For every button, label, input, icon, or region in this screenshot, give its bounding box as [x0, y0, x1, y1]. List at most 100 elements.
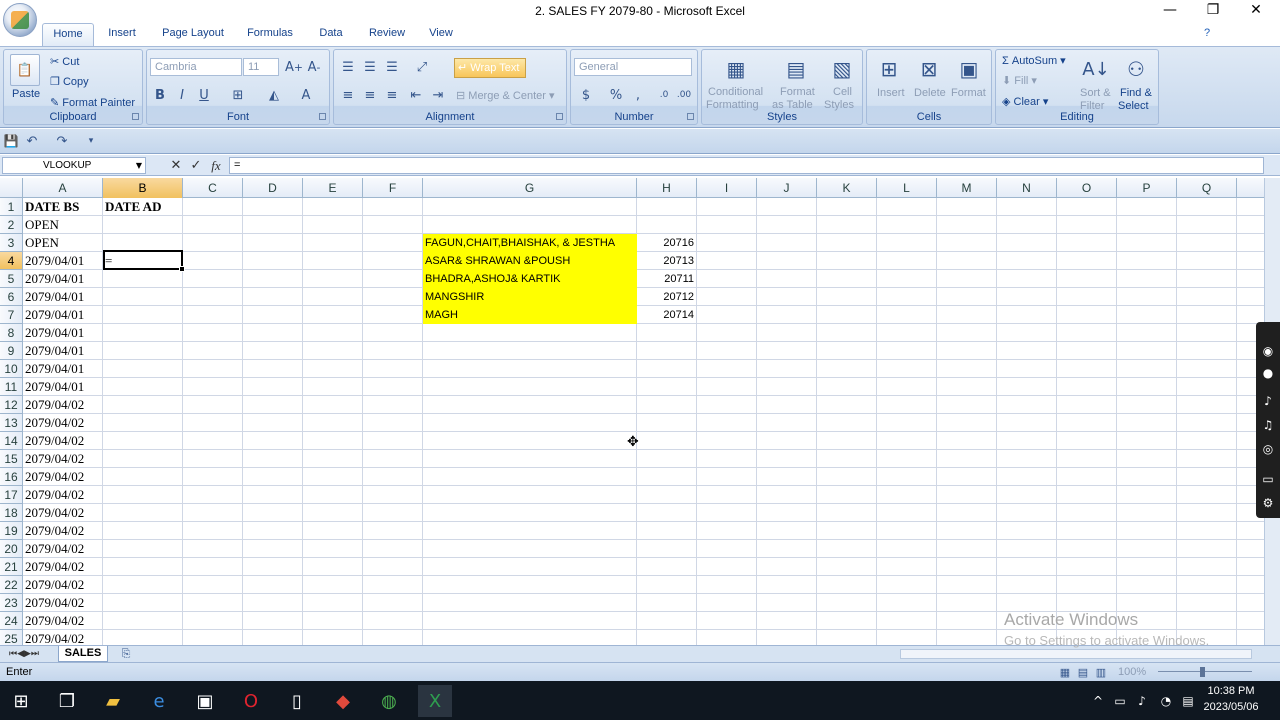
column-header-M[interactable]: M [937, 178, 997, 198]
binoculars-icon[interactable]: ⚇ [1122, 54, 1150, 84]
tray-chevron-icon[interactable]: ^ [1088, 685, 1108, 717]
sheet-tab-sales[interactable]: SALES [58, 646, 108, 662]
battery-icon[interactable]: ▭ [1110, 685, 1130, 717]
tab-review[interactable]: Review [364, 23, 410, 46]
store-icon[interactable]: ▣ [188, 685, 222, 717]
percent-button[interactable]: % [607, 86, 625, 104]
row-header-15[interactable]: 15 [0, 450, 23, 468]
microphone-icon[interactable]: ♪ [1259, 392, 1277, 410]
row-header-7[interactable]: 7 [0, 306, 23, 324]
conditional-formatting-button[interactable]: Conditional [708, 86, 763, 98]
row-header-24[interactable]: 24 [0, 612, 23, 630]
page-break-view-icon[interactable]: ▥ [1094, 665, 1108, 679]
tab-home[interactable]: Home [42, 23, 94, 46]
row-header-23[interactable]: 23 [0, 594, 23, 612]
increase-decimal-icon[interactable]: .0 [655, 86, 673, 104]
comma-button[interactable]: , [629, 86, 647, 104]
cell-G5[interactable]: BHADRA,ASHOJ& KARTIK [423, 270, 637, 288]
cell-A3[interactable]: OPEN [23, 234, 103, 252]
cell-G7[interactable]: MAGH [423, 306, 637, 324]
speaker-icon[interactable]: ♫ [1259, 416, 1277, 434]
number-launcher-icon[interactable] [687, 113, 694, 120]
column-header-Q[interactable]: Q [1177, 178, 1237, 198]
font-size-box[interactable]: 11 [243, 58, 279, 76]
cell-A25[interactable]: 2079/04/02 [23, 630, 103, 645]
cell-H7[interactable]: 20714 [637, 306, 697, 324]
name-box[interactable]: VLOOKUP [2, 157, 146, 174]
cell-A9[interactable]: 2079/04/01 [23, 342, 103, 360]
row-header-16[interactable]: 16 [0, 468, 23, 486]
cell-A2[interactable]: OPEN [23, 216, 103, 234]
decrease-decimal-icon[interactable]: .00 [675, 86, 693, 104]
clipboard-launcher-icon[interactable] [132, 113, 139, 120]
column-header-H[interactable]: H [637, 178, 697, 198]
task-view-icon[interactable]: ❐ [50, 685, 84, 717]
font-launcher-icon[interactable] [319, 113, 326, 120]
tab-page-layout[interactable]: Page Layout [158, 23, 228, 46]
format-as-table-icon[interactable]: ▤ [782, 54, 810, 84]
cell-H6[interactable]: 20712 [637, 288, 697, 306]
cell-styles-icon[interactable]: ▧ [828, 54, 856, 84]
enter-check-icon[interactable]: ✓ [188, 157, 204, 174]
conditional-formatting-icon[interactable]: ▦ [722, 54, 750, 84]
grow-font-icon[interactable]: A + [285, 58, 303, 76]
cell-H3[interactable]: 20716 [637, 234, 697, 252]
clock-time[interactable]: 10:38 PM [1206, 685, 1256, 697]
network-icon[interactable]: ◔ [1156, 685, 1176, 717]
sort-filter-icon[interactable]: A↓ [1082, 54, 1110, 84]
edge-icon[interactable]: e [142, 685, 176, 717]
select-all-corner[interactable] [0, 178, 23, 198]
cell-A5[interactable]: 2079/04/01 [23, 270, 103, 288]
borders-icon[interactable]: ⊞ [229, 86, 247, 104]
row-header-18[interactable]: 18 [0, 504, 23, 522]
camera-icon[interactable]: ◉ [1259, 342, 1277, 360]
cell-A1[interactable]: DATE BS [23, 198, 103, 216]
cell-A13[interactable]: 2079/04/02 [23, 414, 103, 432]
cell-A12[interactable]: 2079/04/02 [23, 396, 103, 414]
cell-A10[interactable]: 2079/04/01 [23, 360, 103, 378]
worksheet-grid[interactable]: ABCDEFGHIJKLMNOPQ 1 2 3 4 5 6 7 8 9 10 11 12 13 14 15 1… [0, 178, 1264, 645]
row-header-22[interactable]: 22 [0, 576, 23, 594]
cell-H5[interactable]: 20711 [637, 270, 697, 288]
italic-button[interactable]: I [173, 86, 191, 104]
row-header-13[interactable]: 13 [0, 414, 23, 432]
wrap-text-button[interactable]: ↵ Wrap Text [454, 58, 526, 78]
cell-A22[interactable]: 2079/04/02 [23, 576, 103, 594]
cut-button[interactable]: ✂ Cut [50, 55, 79, 68]
cell-A14[interactable]: 2079/04/02 [23, 432, 103, 450]
row-header-19[interactable]: 19 [0, 522, 23, 540]
zoom-slider[interactable] [1150, 667, 1260, 677]
cell-H4[interactable]: 20713 [637, 252, 697, 270]
sheet-nav-arrows-icon[interactable]: ⏮◀▶⏭ [4, 647, 44, 661]
cell-A16[interactable]: 2079/04/02 [23, 468, 103, 486]
cell-styles-button[interactable]: Cell [833, 86, 852, 98]
cell-A4[interactable]: 2079/04/01 [23, 252, 103, 270]
normal-view-icon[interactable]: ▦ [1058, 665, 1072, 679]
column-header-G[interactable]: G [423, 178, 637, 198]
format-cells-icon[interactable]: ▣ [955, 54, 983, 84]
cell-A11[interactable]: 2079/04/01 [23, 378, 103, 396]
insert-sheet-icon[interactable]: ⎘ [116, 647, 136, 661]
save-icon[interactable]: 💾 [4, 134, 19, 148]
increase-indent-icon[interactable]: ⇥ [428, 86, 448, 104]
clear-button[interactable]: ◈ Clear ▾ [1002, 95, 1048, 108]
row-header-2[interactable]: 2 [0, 216, 23, 234]
clock-date[interactable]: 2023/05/06 [1202, 701, 1260, 713]
office-button[interactable] [3, 3, 37, 37]
currency-button[interactable]: $ [577, 86, 595, 104]
row-header-14[interactable]: 14 [0, 432, 23, 450]
cell-A20[interactable]: 2079/04/02 [23, 540, 103, 558]
tab-insert[interactable]: Insert [100, 23, 144, 46]
file-explorer-icon[interactable]: ▰ [96, 685, 130, 717]
align-left-icon[interactable]: ≡ [338, 86, 358, 104]
cell-A21[interactable]: 2079/04/02 [23, 558, 103, 576]
row-header-10[interactable]: 10 [0, 360, 23, 378]
cell-A18[interactable]: 2079/04/02 [23, 504, 103, 522]
webcam-icon[interactable]: ◎ [1259, 440, 1277, 458]
tab-formulas[interactable]: Formulas [242, 23, 298, 46]
cell-A7[interactable]: 2079/04/01 [23, 306, 103, 324]
row-header-17[interactable]: 17 [0, 486, 23, 504]
column-header-O[interactable]: O [1057, 178, 1117, 198]
help-icon[interactable]: ? [1198, 23, 1216, 46]
row-header-8[interactable]: 8 [0, 324, 23, 342]
